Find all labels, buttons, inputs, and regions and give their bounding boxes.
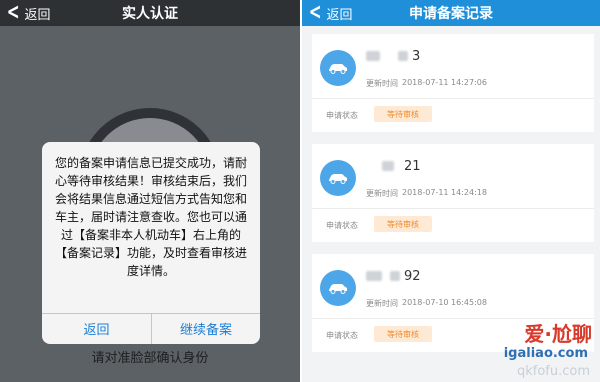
submit-success-dialog: 您的备案申请信息已提交成功，请耐心等待审核结果！审核结束后，我们会将结果信息通过… — [42, 142, 260, 344]
car-icon — [320, 50, 356, 86]
back-label: 返回 — [326, 7, 353, 23]
plate-suffix: 21 — [404, 158, 421, 174]
record-card[interactable]: 21 更新时间 2018-07-11 14:24:18 申请状态 等待审核 — [312, 144, 594, 242]
card-divider — [312, 208, 594, 209]
watermark-domain-secondary: qkfofu.com — [516, 364, 590, 379]
dialog-back-button[interactable]: 返回 — [42, 313, 151, 344]
plate-suffix: 92 — [404, 268, 421, 284]
record-card[interactable]: 3 更新时间 2018-07-11 14:27:06 申请状态 等待审核 — [312, 34, 594, 132]
redacted-name-block — [366, 271, 382, 281]
page-title: 申请备案记录 — [409, 6, 493, 22]
continue-filing-button[interactable]: 继续备案 — [152, 313, 260, 344]
watermark-logo-text: 爱·尬聊 — [524, 322, 592, 346]
redacted-name-block — [366, 51, 380, 61]
owner-name: 21 — [366, 154, 436, 178]
chevron-left-icon: < — [308, 0, 322, 25]
top-nav-bar: < 返回 申请备案记录 — [302, 0, 600, 26]
plate-suffix: 3 — [412, 48, 421, 64]
status-label: 申请状态 — [326, 221, 358, 230]
status-badge: 等待审核 — [374, 326, 432, 342]
owner-name: 3 — [366, 44, 436, 68]
redacted-name-block — [398, 51, 408, 61]
status-label: 申请状态 — [326, 111, 358, 120]
redacted-name-block — [390, 271, 400, 281]
update-time: 2018-07-11 14:27:06 — [402, 78, 487, 87]
car-icon — [320, 270, 356, 306]
identity-verification-screen: < 返回 实人认证 请对准脸部确认身份 您的备案申请信息已提交成功，请耐心等待审… — [0, 0, 300, 382]
site-watermark: 爱·尬聊 igaliao.com qkfofu.com — [452, 318, 600, 382]
update-time: 2018-07-11 14:24:18 — [402, 188, 487, 197]
redacted-name-block — [382, 161, 394, 171]
watermark-domain: igaliao.com — [503, 346, 588, 361]
update-time: 2018-07-10 16:45:08 — [402, 298, 487, 307]
back-button[interactable]: < 返回 — [306, 0, 353, 26]
update-time-label: 更新时间 — [366, 299, 398, 308]
update-time-label: 更新时间 — [366, 189, 398, 198]
chevron-left-icon: < — [6, 0, 20, 25]
update-time-label: 更新时间 — [366, 79, 398, 88]
car-icon — [320, 160, 356, 196]
page-title: 实人认证 — [122, 6, 178, 22]
owner-name: 92 — [366, 264, 436, 288]
status-badge: 等待审核 — [374, 106, 432, 122]
status-label: 申请状态 — [326, 331, 358, 340]
back-button[interactable]: < 返回 — [4, 0, 51, 26]
top-nav-bar: < 返回 实人认证 — [0, 0, 300, 26]
status-badge: 等待审核 — [374, 216, 432, 232]
face-hint-text: 请对准脸部确认身份 — [91, 351, 209, 366]
back-label: 返回 — [24, 7, 51, 23]
card-divider — [312, 98, 594, 99]
dialog-message: 您的备案申请信息已提交成功，请耐心等待审核结果！审核结束后，我们会将结果信息通过… — [54, 156, 247, 278]
